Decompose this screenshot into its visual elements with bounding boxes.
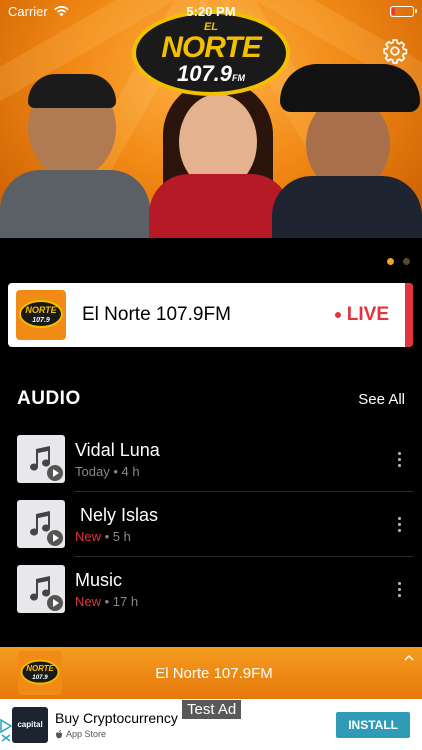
ad-store-label: App Store	[66, 729, 107, 739]
live-indicator-edge	[405, 283, 413, 347]
now-playing-bar[interactable]: NORTE 107.9 El Norte 107.9FM	[0, 647, 422, 699]
now-playing-title: El Norte 107.9FM	[155, 664, 273, 682]
live-badge: LIVE	[334, 304, 389, 326]
music-note-icon	[17, 500, 65, 548]
chevron-up-icon[interactable]	[404, 653, 414, 663]
live-station-card[interactable]: NORTE 107.9 El Norte 107.9FM LIVE	[8, 283, 413, 347]
gear-icon[interactable]	[382, 38, 408, 64]
audio-tag: New	[75, 593, 102, 609]
battery-icon	[390, 5, 417, 17]
play-icon[interactable]	[47, 595, 63, 611]
audio-tag: Today	[75, 463, 110, 479]
section-title: AUDIO	[17, 388, 81, 409]
audio-tag: New	[75, 528, 102, 544]
live-station-name: El Norte 107.9FM	[82, 304, 231, 325]
audio-age: 17 h	[112, 593, 139, 609]
audio-section-header: AUDIO See All	[17, 388, 405, 410]
audio-meta: New • 5 h	[75, 528, 131, 544]
test-ad-label: Test Ad	[182, 700, 242, 719]
see-all-link[interactable]: See All	[358, 391, 405, 408]
carousel-page-indicator[interactable]	[387, 258, 410, 265]
play-icon[interactable]	[47, 465, 63, 481]
audio-list-item[interactable]: Music New • 17 h	[17, 557, 413, 621]
more-options-icon[interactable]	[385, 575, 413, 603]
page-dot[interactable]	[387, 258, 394, 265]
audio-title: Nely Islas	[75, 504, 159, 525]
advertiser-logo: capital	[12, 706, 48, 743]
station-logo: NORTE 107.9	[16, 290, 66, 340]
music-note-icon	[17, 565, 65, 613]
live-badge-label: LIVE	[346, 304, 389, 325]
live-dot-icon	[334, 312, 341, 318]
station-logo: NORTE 107.9	[18, 651, 62, 695]
station-logo-large: EL NORTE 107.9FM	[132, 10, 290, 96]
logo-frequency: 107.9FM	[176, 60, 246, 86]
audio-list-item[interactable]: Nely Islas New • 5 h	[17, 492, 413, 556]
audio-title: Music	[75, 569, 123, 590]
clock: 5:20 PM	[186, 3, 236, 19]
host-photo-left	[0, 74, 150, 238]
music-note-icon	[17, 435, 65, 483]
hero-banner[interactable]: EL NORTE 107.9FM	[0, 0, 422, 238]
play-icon[interactable]	[47, 530, 63, 546]
status-bar: Carrier 5:20 PM	[0, 0, 422, 22]
more-options-icon[interactable]	[385, 510, 413, 538]
more-options-icon[interactable]	[385, 445, 413, 473]
adchoices-icon[interactable]	[0, 718, 13, 742]
apple-icon	[56, 729, 62, 738]
svg-text:NORTE: NORTE	[25, 305, 57, 315]
svg-text:NORTE: NORTE	[26, 664, 54, 673]
audio-list-item[interactable]: Vidal Luna Today • 4 h	[17, 427, 413, 491]
audio-age: 4 h	[121, 463, 140, 479]
audio-meta: New • 17 h	[75, 593, 139, 609]
audio-title: Vidal Luna	[75, 439, 160, 460]
svg-text:107.9: 107.9	[32, 317, 50, 324]
ad-store: App Store	[55, 729, 336, 739]
install-button[interactable]: INSTALL	[336, 711, 410, 738]
audio-meta: Today • 4 h	[75, 463, 140, 479]
page-dot[interactable]	[403, 258, 410, 265]
logo-norte-text: NORTE	[161, 30, 261, 64]
svg-text:107.9: 107.9	[32, 674, 48, 681]
host-photo-right	[272, 64, 422, 238]
audio-age: 5 h	[112, 528, 131, 544]
